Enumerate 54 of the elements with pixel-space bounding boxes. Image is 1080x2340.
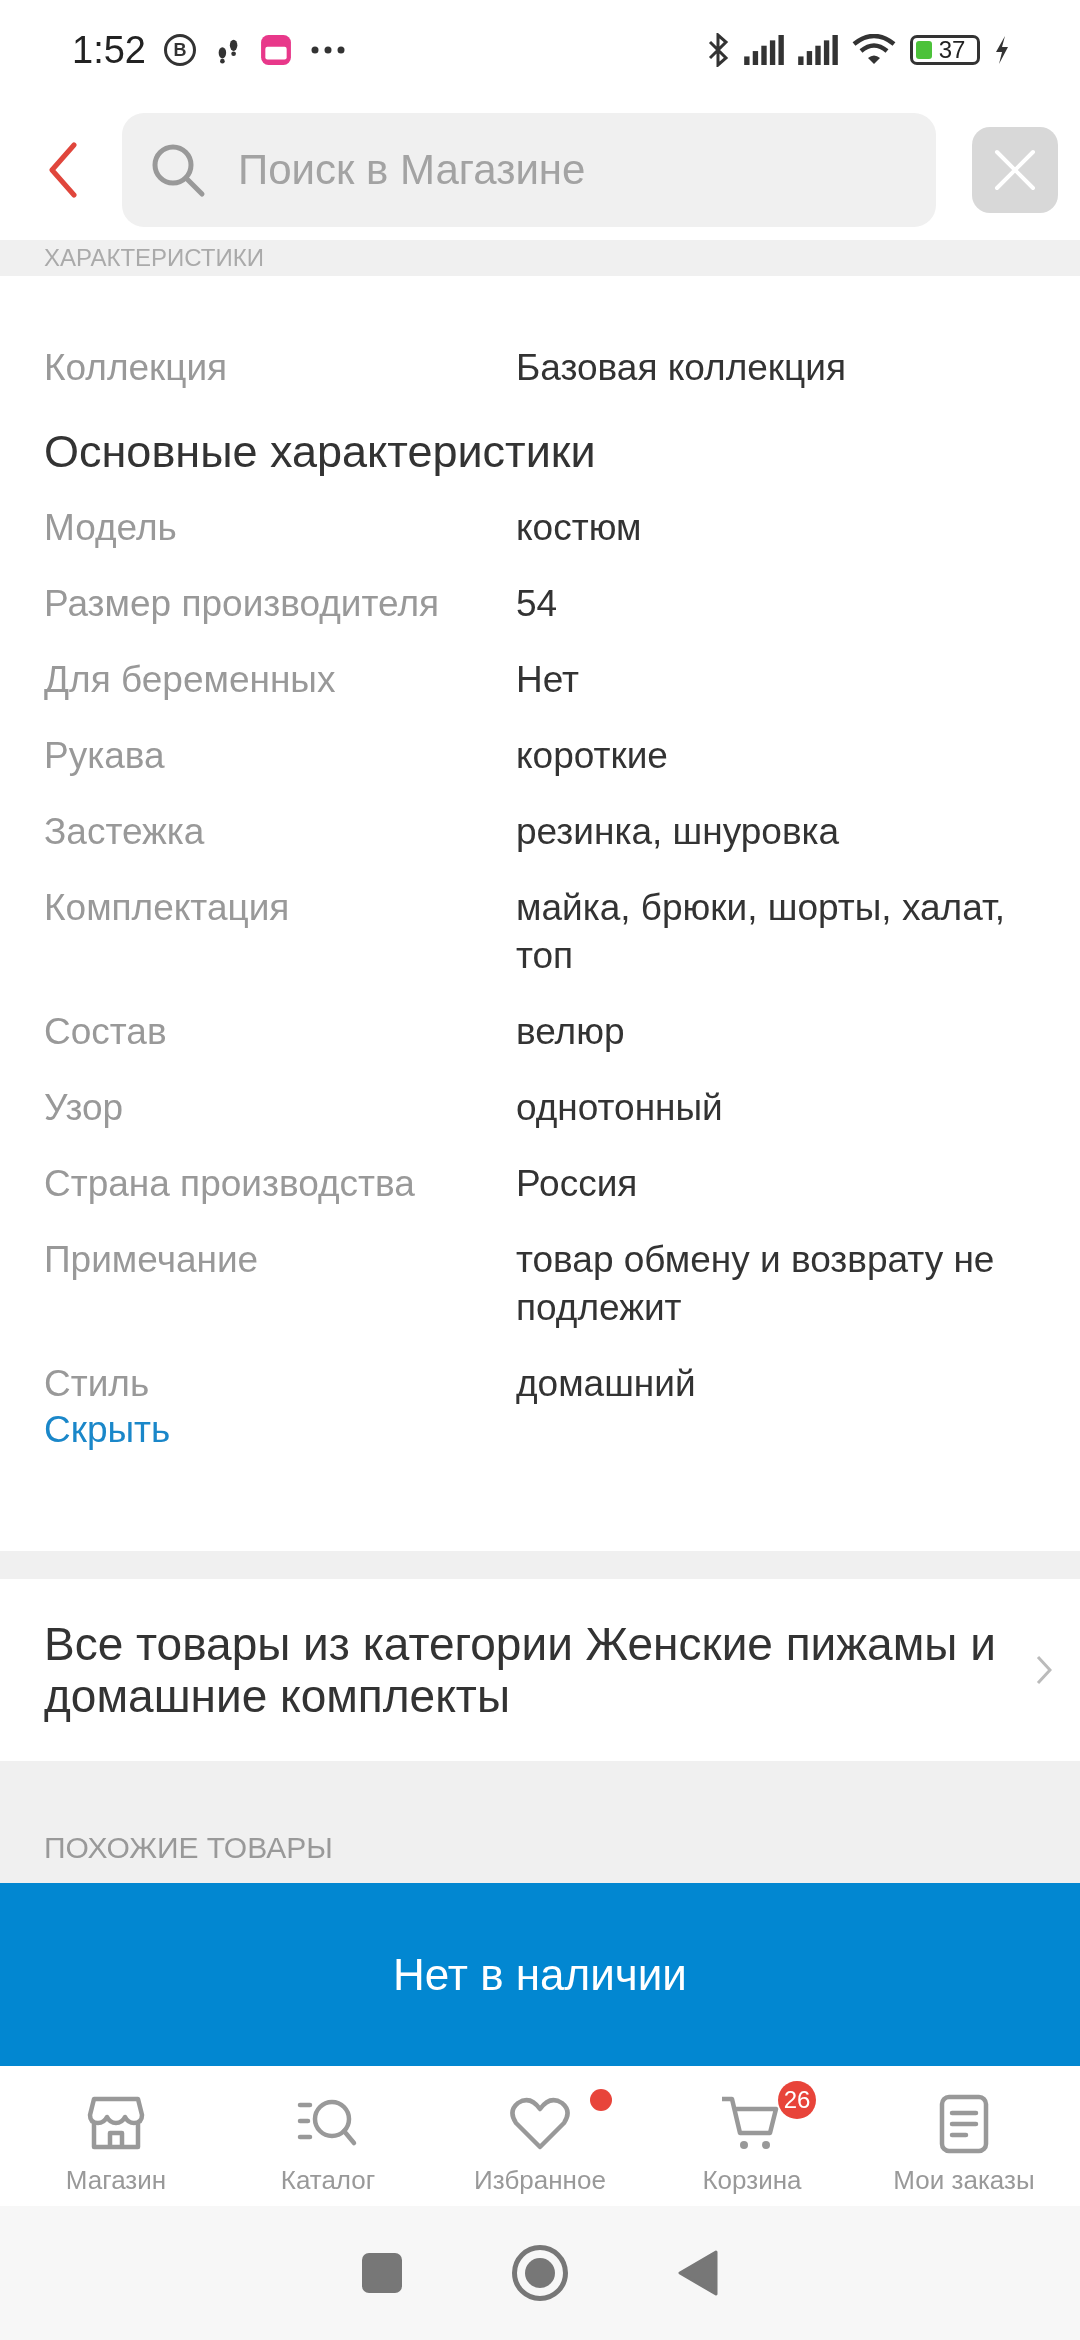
spec-label: Примечание — [44, 1238, 260, 1282]
out-of-stock-button[interactable]: Нет в наличии — [0, 1883, 1080, 2066]
nav-tab[interactable]: Мои заказы — [864, 2076, 1064, 2196]
spec-value: резинка, шнуровка — [516, 810, 841, 854]
back-triangle-icon — [678, 2250, 718, 2296]
spec-label: Стиль — [44, 1362, 151, 1406]
nav-tab[interactable]: Каталог — [228, 2076, 428, 2196]
chevron-icon — [1036, 1655, 1052, 1685]
spec-label: Страна производства — [44, 1162, 416, 1206]
spec-label: Размер производителя — [44, 582, 441, 626]
recents-button[interactable] — [362, 2253, 402, 2293]
hide-link[interactable]: Скрыть — [44, 1408, 171, 1452]
category-link[interactable]: Все товары из категории Женские пижамы и домашние комплекты — [0, 1579, 1080, 1761]
close-icon — [993, 148, 1037, 192]
section-title: ПОХОЖИЕ ТОВАРЫ — [44, 1831, 333, 1865]
signal-icon — [744, 35, 784, 65]
spec-value: Россия — [516, 1162, 639, 1206]
back-icon — [48, 142, 78, 198]
group-heading: Основные характеристики — [44, 425, 597, 479]
spec-value: Базовая коллекция — [516, 346, 847, 390]
spec-value: домашний — [516, 1362, 697, 1406]
spec-value: Нет — [516, 658, 580, 702]
spec-value: 54 — [516, 582, 559, 626]
count-badge: 26 — [778, 2080, 816, 2119]
spec-label: Узор — [44, 1086, 125, 1130]
spec-value: майка, брюки, шорты, халат, топ — [516, 886, 1007, 978]
spec-label: Комплектация — [44, 886, 291, 930]
home-button[interactable] — [512, 2245, 568, 2301]
spec-label: Для беременных — [44, 658, 337, 702]
app-icon — [259, 34, 292, 66]
spec-value: велюр — [516, 1010, 626, 1054]
chat-icon: B — [163, 34, 196, 66]
battery-fill — [916, 41, 932, 59]
spec-value: костюм — [516, 506, 643, 550]
spec-label: Рукава — [44, 734, 166, 778]
nav-tab[interactable]: Избранное — [440, 2076, 640, 2196]
spec-value: короткие — [516, 734, 669, 778]
spec-label: Коллекция — [44, 346, 229, 390]
spec-value: однотонный — [516, 1086, 724, 1130]
signal-icon — [798, 35, 838, 65]
nav-tab[interactable]: 26 Корзина — [652, 2076, 852, 2196]
more-icon — [309, 45, 346, 55]
section-title: ХАРАКТЕРИСТИКИ — [44, 246, 264, 270]
spec-label: Модель — [44, 506, 178, 550]
wifi-icon — [852, 34, 896, 66]
spec-label: Состав — [44, 1010, 168, 1054]
battery-level: 37 — [938, 36, 966, 64]
spec-value: товар обмену и возврату не подлежит — [516, 1238, 996, 1330]
bluetooth-icon — [706, 33, 730, 67]
search-field[interactable]: Поиск в Магазине — [122, 113, 936, 227]
nav-tab[interactable]: Магазин — [16, 2076, 216, 2196]
charging-icon — [994, 35, 1010, 65]
status-time: 1:52 — [72, 28, 146, 72]
spec-label: Застежка — [44, 810, 206, 854]
